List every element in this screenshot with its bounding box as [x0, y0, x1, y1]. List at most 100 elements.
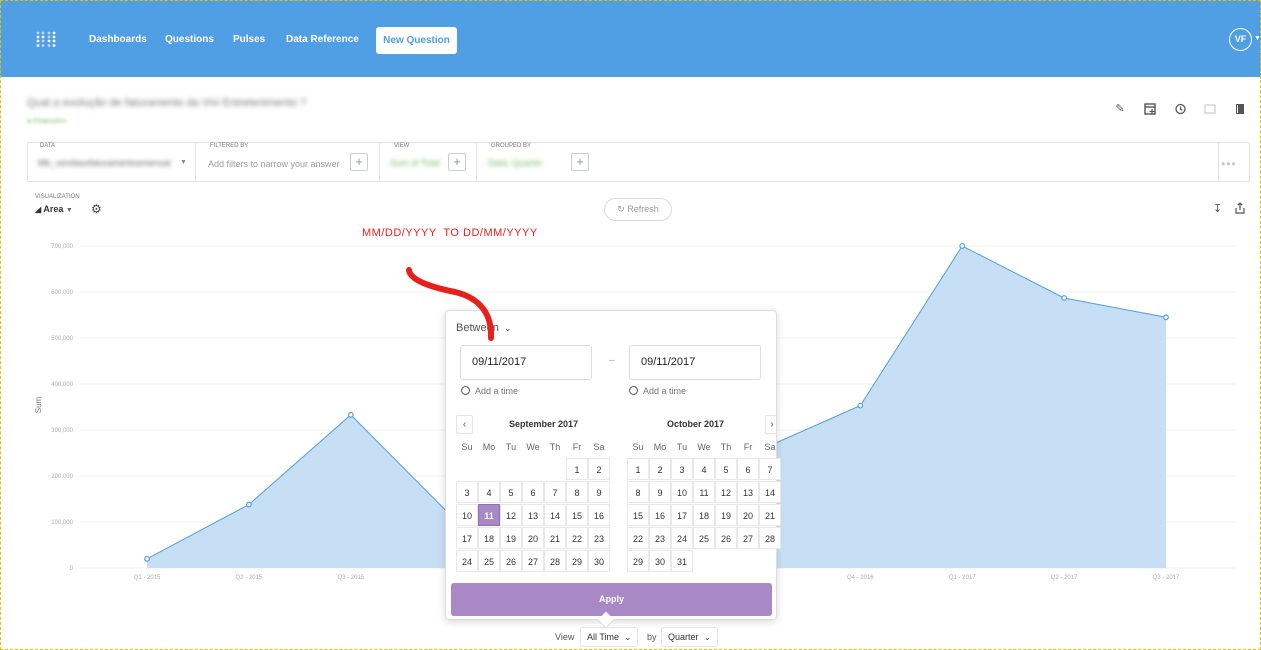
- calendar-day[interactable]: 1: [627, 458, 649, 480]
- calendar-day[interactable]: 10: [456, 504, 478, 526]
- calendar-day[interactable]: 17: [671, 504, 693, 526]
- group-section[interactable]: GROUPED BY Data: Quarter +: [477, 143, 1219, 181]
- calendar-day[interactable]: 30: [588, 550, 610, 572]
- data-point[interactable]: [1061, 295, 1067, 301]
- pencil-icon[interactable]: ✎: [1114, 103, 1126, 115]
- calendar-day[interactable]: 30: [649, 550, 671, 572]
- refresh-button[interactable]: ↻ Refresh: [604, 198, 672, 221]
- next-month-button[interactable]: ›: [765, 415, 778, 434]
- calendar-day-selected[interactable]: 11: [478, 504, 500, 526]
- embed-icon[interactable]: [1204, 103, 1216, 115]
- info-book-icon[interactable]: [1234, 103, 1246, 115]
- calendar-day[interactable]: 5: [500, 481, 522, 503]
- calendar-day[interactable]: 20: [737, 504, 759, 526]
- calendar-day[interactable]: 18: [693, 504, 715, 526]
- end-date-input[interactable]: 09/11/2017: [629, 345, 761, 380]
- add-filter-button[interactable]: +: [350, 153, 368, 171]
- calendar-day[interactable]: 4: [478, 481, 500, 503]
- download-icon[interactable]: ↧: [1213, 202, 1222, 215]
- calendar-day[interactable]: 20: [522, 527, 544, 549]
- calendar-day[interactable]: 2: [588, 458, 610, 480]
- calendar-day[interactable]: 16: [649, 504, 671, 526]
- calendar-day[interactable]: 22: [627, 527, 649, 549]
- calendar-day[interactable]: 3: [671, 458, 693, 480]
- history-icon[interactable]: [1174, 103, 1186, 115]
- calendar-day[interactable]: 23: [588, 527, 610, 549]
- calendar-day[interactable]: 7: [544, 481, 566, 503]
- data-point[interactable]: [144, 555, 150, 562]
- calendar-day[interactable]: 25: [693, 527, 715, 549]
- add-end-time-link[interactable]: Add a time: [629, 386, 686, 396]
- calendar-day[interactable]: 23: [649, 527, 671, 549]
- calendar-day[interactable]: 21: [759, 504, 781, 526]
- data-section[interactable]: DATA Mb_vendasxfaturamentosmensal ▼: [28, 143, 196, 181]
- calendar-day[interactable]: 29: [627, 550, 649, 572]
- calendar-day[interactable]: 31: [671, 550, 693, 572]
- data-point[interactable]: [347, 411, 354, 418]
- calendar-day[interactable]: 27: [737, 527, 759, 549]
- calendar-day[interactable]: 15: [566, 504, 588, 526]
- data-point[interactable]: [1163, 314, 1169, 321]
- calendar-day[interactable]: 13: [522, 504, 544, 526]
- chevron-down-icon[interactable]: ▼: [1254, 35, 1261, 42]
- calendar-day[interactable]: 19: [500, 527, 522, 549]
- calendar-day[interactable]: 13: [737, 481, 759, 503]
- data-point[interactable]: [245, 501, 252, 508]
- calendar-day[interactable]: 26: [715, 527, 737, 549]
- nav-dashboards[interactable]: Dashboards: [89, 34, 147, 45]
- more-options-icon[interactable]: •••: [1221, 157, 1237, 171]
- data-point[interactable]: [959, 243, 966, 249]
- calendar-day[interactable]: 27: [522, 550, 544, 572]
- question-title[interactable]: Qual a evolução de faturamento da Vivi E…: [27, 97, 306, 109]
- calendar-day[interactable]: 7: [759, 458, 781, 480]
- calendar-day[interactable]: 15: [627, 504, 649, 526]
- calendar-day[interactable]: 12: [715, 481, 737, 503]
- calendar-day[interactable]: 6: [522, 481, 544, 503]
- data-point[interactable]: [857, 402, 864, 409]
- add-metric-button[interactable]: +: [448, 153, 466, 171]
- filter-section[interactable]: FILTERED BY Add filters to narrow your a…: [196, 143, 380, 181]
- calendar-day[interactable]: 10: [671, 481, 693, 503]
- calendar-day[interactable]: 19: [715, 504, 737, 526]
- calendar-day[interactable]: 21: [544, 527, 566, 549]
- add-grouping-button[interactable]: +: [571, 153, 589, 171]
- calendar-day[interactable]: 22: [566, 527, 588, 549]
- add-to-dashboard-icon[interactable]: [1144, 103, 1156, 115]
- calendar-day[interactable]: 8: [566, 481, 588, 503]
- calendar-day[interactable]: 3: [456, 481, 478, 503]
- calendar-day[interactable]: 6: [737, 458, 759, 480]
- calendar-day[interactable]: 28: [759, 527, 781, 549]
- nav-questions[interactable]: Questions: [165, 34, 214, 45]
- view-section[interactable]: VIEW Sum of Total +: [380, 143, 477, 181]
- calendar-day[interactable]: 29: [566, 550, 588, 572]
- calendar-day[interactable]: 24: [456, 550, 478, 572]
- new-question-button[interactable]: New Question: [376, 27, 457, 54]
- calendar-day[interactable]: 12: [500, 504, 522, 526]
- time-unit-selector[interactable]: Quarter ⌄: [661, 627, 718, 647]
- calendar-day[interactable]: 26: [500, 550, 522, 572]
- calendar-day[interactable]: 8: [627, 481, 649, 503]
- share-icon[interactable]: [1235, 202, 1245, 214]
- nav-pulses[interactable]: Pulses: [233, 34, 265, 45]
- metabase-logo-icon[interactable]: [36, 31, 56, 48]
- calendar-day[interactable]: 17: [456, 527, 478, 549]
- calendar-day[interactable]: 11: [693, 481, 715, 503]
- add-start-time-link[interactable]: Add a time: [461, 386, 518, 396]
- calendar-day[interactable]: 9: [588, 481, 610, 503]
- user-avatar[interactable]: VF: [1229, 28, 1252, 51]
- calendar-day[interactable]: 18: [478, 527, 500, 549]
- calendar-day[interactable]: 5: [715, 458, 737, 480]
- calendar-day[interactable]: 14: [544, 504, 566, 526]
- calendar-day[interactable]: 16: [588, 504, 610, 526]
- time-range-selector[interactable]: All Time ⌄: [580, 627, 639, 647]
- previous-month-button[interactable]: ‹: [456, 415, 473, 434]
- calendar-day[interactable]: 28: [544, 550, 566, 572]
- nav-data-reference[interactable]: Data Reference: [286, 34, 359, 45]
- calendar-day[interactable]: 4: [693, 458, 715, 480]
- calendar-day[interactable]: 24: [671, 527, 693, 549]
- calendar-day[interactable]: 1: [566, 458, 588, 480]
- gear-icon[interactable]: ⚙: [91, 202, 102, 216]
- visualization-type-selector[interactable]: ◢ Area ▼: [35, 204, 73, 214]
- apply-button[interactable]: Apply: [451, 583, 772, 616]
- calendar-day[interactable]: 14: [759, 481, 781, 503]
